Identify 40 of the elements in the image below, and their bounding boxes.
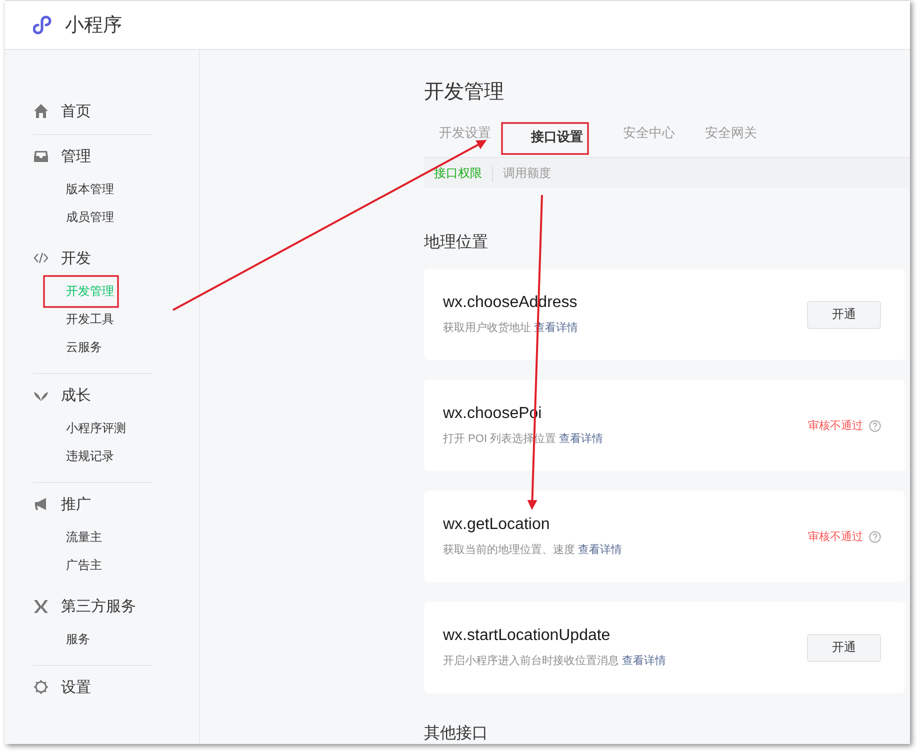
details-link[interactable]: 查看详情 [578, 544, 622, 556]
help-icon[interactable] [869, 530, 881, 542]
review-status: 审核不通过 [808, 530, 863, 544]
inbox-icon [33, 148, 49, 164]
details-link[interactable]: 查看详情 [559, 433, 604, 445]
x-icon [33, 598, 49, 614]
sidebar-subitem[interactable]: 服务 [66, 625, 90, 653]
enable-button[interactable]: 开通 [807, 300, 881, 328]
sidebar-subitem[interactable]: 小程序评测 [66, 414, 126, 442]
tab[interactable]: 接口设置 [516, 125, 598, 149]
sidebar-item[interactable]: 成长 [61, 386, 91, 404]
sidebar-subitem[interactable]: 云服务 [66, 333, 102, 361]
review-status: 审核不通过 [808, 418, 863, 433]
sidebar-item[interactable]: 首页 [61, 102, 91, 120]
api-name: wx.getLocation [443, 516, 551, 534]
sidebar-subitem[interactable]: 版本管理 [66, 175, 114, 203]
sidebar-subitem[interactable]: 广告主 [66, 551, 102, 579]
sidebar-item[interactable]: 设置 [61, 678, 91, 696]
sidebar-subitem[interactable]: 成员管理 [66, 203, 114, 231]
api-description: 获取当前的地理位置、速度 查看详情 [443, 542, 624, 557]
sidebar-item[interactable]: 开发 [61, 248, 91, 268]
sidebar-item[interactable]: 第三方服务 [61, 596, 136, 616]
enable-button[interactable]: 开通 [807, 634, 881, 662]
app-title: 小程序 [65, 14, 122, 38]
home-icon [33, 103, 49, 119]
gear-icon [33, 679, 49, 695]
help-icon[interactable] [869, 420, 881, 432]
api-name: wx.startLocationUpdate [443, 627, 612, 645]
api-description: 开启小程序进入前台时接收位置消息 查看详情 [443, 654, 668, 668]
sidebar-subitem[interactable]: 违规记录 [66, 442, 114, 470]
section-title: 其他接口 [424, 724, 489, 744]
details-link[interactable]: 查看详情 [622, 655, 666, 667]
sidebar-item[interactable]: 推广 [61, 494, 91, 514]
sidebar-item[interactable]: 管理 [61, 146, 91, 166]
sidebar-subitem[interactable]: 流量主 [66, 523, 102, 551]
code-icon [33, 250, 49, 266]
page-title: 开发管理 [424, 80, 505, 105]
sidebar-subitem[interactable]: 开发工具 [66, 305, 114, 333]
section-title: 地理位置 [424, 232, 489, 253]
megaphone-icon [33, 496, 49, 512]
